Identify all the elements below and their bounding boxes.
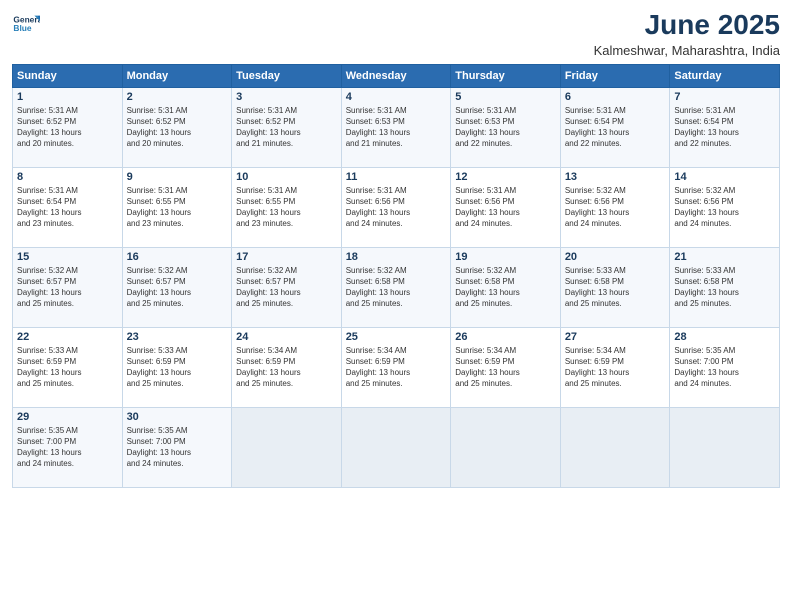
- col-monday: Monday: [122, 64, 232, 87]
- col-thursday: Thursday: [451, 64, 561, 87]
- col-tuesday: Tuesday: [232, 64, 342, 87]
- logo: General Blue: [12, 10, 40, 38]
- location: Kalmeshwar, Maharashtra, India: [594, 43, 780, 58]
- table-row: 8Sunrise: 5:31 AMSunset: 6:54 PMDaylight…: [13, 167, 123, 247]
- table-row: 29Sunrise: 5:35 AMSunset: 7:00 PMDayligh…: [13, 407, 123, 487]
- calendar-week-2: 8Sunrise: 5:31 AMSunset: 6:54 PMDaylight…: [13, 167, 780, 247]
- table-row: 3Sunrise: 5:31 AMSunset: 6:52 PMDaylight…: [232, 87, 342, 167]
- table-row: 21Sunrise: 5:33 AMSunset: 6:58 PMDayligh…: [670, 247, 780, 327]
- table-row: 23Sunrise: 5:33 AMSunset: 6:59 PMDayligh…: [122, 327, 232, 407]
- page-container: General Blue June 2025 Kalmeshwar, Mahar…: [0, 0, 792, 498]
- table-row: 11Sunrise: 5:31 AMSunset: 6:56 PMDayligh…: [341, 167, 451, 247]
- table-row: 7Sunrise: 5:31 AMSunset: 6:54 PMDaylight…: [670, 87, 780, 167]
- table-row: 2Sunrise: 5:31 AMSunset: 6:52 PMDaylight…: [122, 87, 232, 167]
- table-row: 24Sunrise: 5:34 AMSunset: 6:59 PMDayligh…: [232, 327, 342, 407]
- svg-text:Blue: Blue: [13, 23, 31, 33]
- table-row: [560, 407, 670, 487]
- table-row: 14Sunrise: 5:32 AMSunset: 6:56 PMDayligh…: [670, 167, 780, 247]
- table-row: 25Sunrise: 5:34 AMSunset: 6:59 PMDayligh…: [341, 327, 451, 407]
- table-row: 28Sunrise: 5:35 AMSunset: 7:00 PMDayligh…: [670, 327, 780, 407]
- table-row: [232, 407, 342, 487]
- col-saturday: Saturday: [670, 64, 780, 87]
- table-row: [451, 407, 561, 487]
- table-row: 12Sunrise: 5:31 AMSunset: 6:56 PMDayligh…: [451, 167, 561, 247]
- calendar-week-3: 15Sunrise: 5:32 AMSunset: 6:57 PMDayligh…: [13, 247, 780, 327]
- table-row: [341, 407, 451, 487]
- table-row: [670, 407, 780, 487]
- logo-icon: General Blue: [12, 10, 40, 38]
- table-row: 15Sunrise: 5:32 AMSunset: 6:57 PMDayligh…: [13, 247, 123, 327]
- table-row: 20Sunrise: 5:33 AMSunset: 6:58 PMDayligh…: [560, 247, 670, 327]
- col-wednesday: Wednesday: [341, 64, 451, 87]
- calendar-week-1: 1Sunrise: 5:31 AMSunset: 6:52 PMDaylight…: [13, 87, 780, 167]
- table-row: 16Sunrise: 5:32 AMSunset: 6:57 PMDayligh…: [122, 247, 232, 327]
- col-friday: Friday: [560, 64, 670, 87]
- calendar-header-row: Sunday Monday Tuesday Wednesday Thursday…: [13, 64, 780, 87]
- calendar-week-4: 22Sunrise: 5:33 AMSunset: 6:59 PMDayligh…: [13, 327, 780, 407]
- title-block: June 2025 Kalmeshwar, Maharashtra, India: [594, 10, 780, 58]
- table-row: 19Sunrise: 5:32 AMSunset: 6:58 PMDayligh…: [451, 247, 561, 327]
- table-row: 22Sunrise: 5:33 AMSunset: 6:59 PMDayligh…: [13, 327, 123, 407]
- table-row: 1Sunrise: 5:31 AMSunset: 6:52 PMDaylight…: [13, 87, 123, 167]
- table-row: 6Sunrise: 5:31 AMSunset: 6:54 PMDaylight…: [560, 87, 670, 167]
- table-row: 10Sunrise: 5:31 AMSunset: 6:55 PMDayligh…: [232, 167, 342, 247]
- table-row: 27Sunrise: 5:34 AMSunset: 6:59 PMDayligh…: [560, 327, 670, 407]
- table-row: 9Sunrise: 5:31 AMSunset: 6:55 PMDaylight…: [122, 167, 232, 247]
- table-row: 5Sunrise: 5:31 AMSunset: 6:53 PMDaylight…: [451, 87, 561, 167]
- table-row: 26Sunrise: 5:34 AMSunset: 6:59 PMDayligh…: [451, 327, 561, 407]
- table-row: 17Sunrise: 5:32 AMSunset: 6:57 PMDayligh…: [232, 247, 342, 327]
- table-row: 13Sunrise: 5:32 AMSunset: 6:56 PMDayligh…: [560, 167, 670, 247]
- month-title: June 2025: [594, 10, 780, 41]
- table-row: 18Sunrise: 5:32 AMSunset: 6:58 PMDayligh…: [341, 247, 451, 327]
- col-sunday: Sunday: [13, 64, 123, 87]
- header: General Blue June 2025 Kalmeshwar, Mahar…: [12, 10, 780, 58]
- calendar-week-5: 29Sunrise: 5:35 AMSunset: 7:00 PMDayligh…: [13, 407, 780, 487]
- calendar-table: Sunday Monday Tuesday Wednesday Thursday…: [12, 64, 780, 488]
- table-row: 30Sunrise: 5:35 AMSunset: 7:00 PMDayligh…: [122, 407, 232, 487]
- table-row: 4Sunrise: 5:31 AMSunset: 6:53 PMDaylight…: [341, 87, 451, 167]
